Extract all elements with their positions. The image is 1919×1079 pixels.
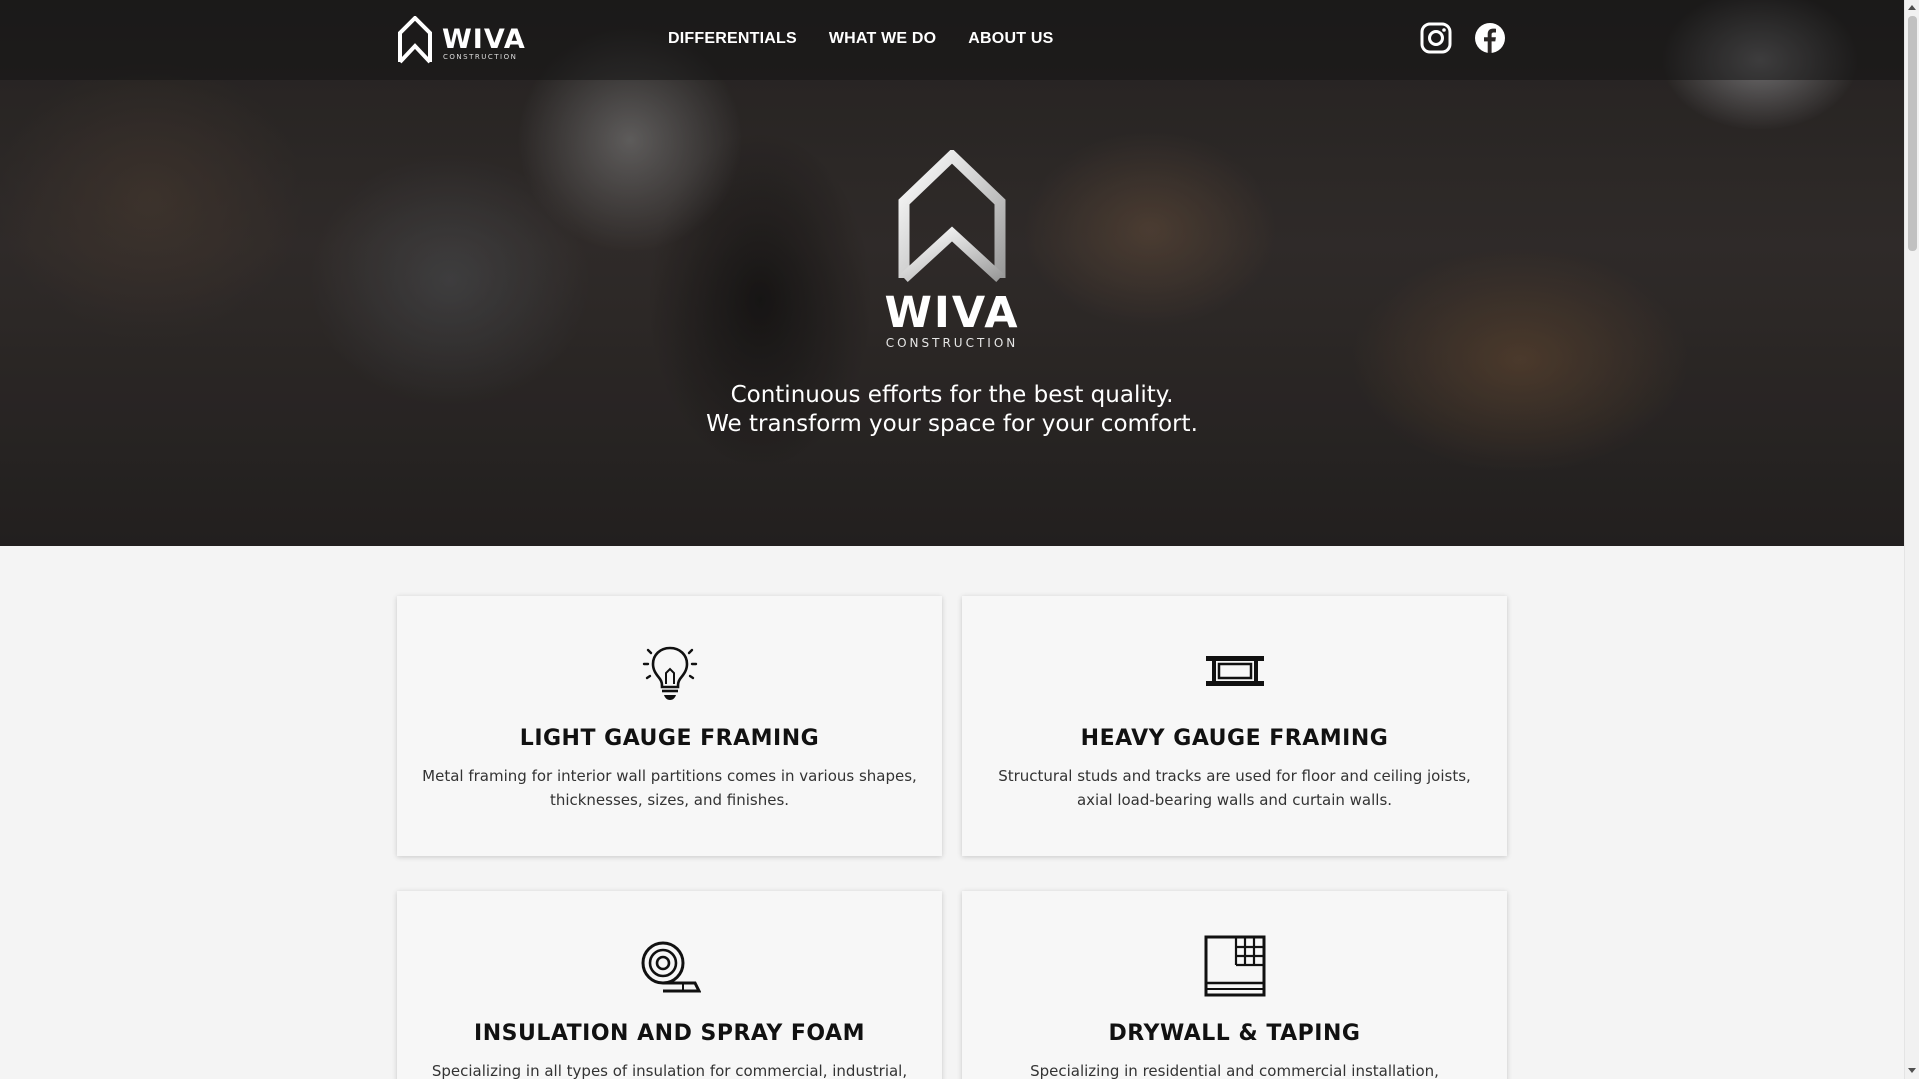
hero-section: WIVA CONSTRUCTION DIFFERENTIALS WHAT WE …: [0, 0, 1904, 546]
brand-logo[interactable]: WIVA CONSTRUCTION: [397, 16, 525, 64]
top-navigation-bar: WIVA CONSTRUCTION DIFFERENTIALS WHAT WE …: [0, 0, 1904, 80]
nav-item-about-us[interactable]: ABOUT US: [968, 30, 1053, 48]
insulation-roll-icon: [641, 941, 701, 993]
service-description: Specializing in all types of insulation …: [431, 1062, 908, 1079]
page-scrollbar[interactable]: [1904, 0, 1919, 1079]
service-description: Structural studs and tracks are used for…: [998, 767, 1471, 809]
service-card-light-gauge[interactable]: LIGHT GAUGE FRAMING Metal framing for in…: [397, 596, 942, 856]
steel-beam-icon: [1206, 656, 1264, 686]
scroll-up-arrow-icon[interactable]: [1908, 5, 1916, 10]
tagline-line-2: We transform your space for your comfort…: [706, 411, 1198, 437]
house-logo-icon: [398, 16, 432, 64]
hero-brand-subtitle: CONSTRUCTION: [885, 336, 1019, 350]
service-title: LIGHT GAUGE FRAMING: [519, 726, 820, 751]
instagram-icon[interactable]: [1420, 22, 1452, 54]
scrollbar-thumb[interactable]: [1908, 16, 1917, 251]
facebook-icon[interactable]: [1474, 22, 1506, 54]
service-title: HEAVY GAUGE FRAMING: [1080, 726, 1389, 751]
service-card-insulation[interactable]: INSULATION AND SPRAY FOAM Specializing i…: [397, 891, 942, 1079]
nav-item-what-we-do[interactable]: WHAT WE DO: [829, 30, 936, 48]
service-title: DRYWALL & TAPING: [1108, 1021, 1361, 1046]
service-description: Specializing in residential and commerci…: [1030, 1062, 1439, 1079]
service-card-drywall[interactable]: DRYWALL & TAPING Specializing in residen…: [962, 891, 1507, 1079]
scroll-down-arrow-icon[interactable]: [1908, 1068, 1916, 1073]
brand-subtitle: CONSTRUCTION: [443, 53, 518, 61]
service-description: Metal framing for interior wall partitio…: [422, 767, 917, 809]
service-title: INSULATION AND SPRAY FOAM: [474, 1021, 865, 1046]
hero-tagline: Continuous efforts for the best quality.…: [600, 381, 1304, 439]
service-card-heavy-gauge[interactable]: HEAVY GAUGE FRAMING Structural studs and…: [962, 596, 1507, 856]
main-nav: DIFFERENTIALS WHAT WE DO ABOUT US: [668, 30, 1053, 48]
brand-name: WIVA: [442, 24, 526, 55]
tagline-line-1: Continuous efforts for the best quality.: [730, 382, 1174, 408]
social-links: [1420, 22, 1506, 54]
lightbulb-icon: [642, 646, 698, 700]
nav-item-differentials[interactable]: DIFFERENTIALS: [668, 30, 797, 48]
drywall-icon: [1204, 935, 1266, 997]
hero-brand-name: WIVA: [884, 288, 1020, 338]
